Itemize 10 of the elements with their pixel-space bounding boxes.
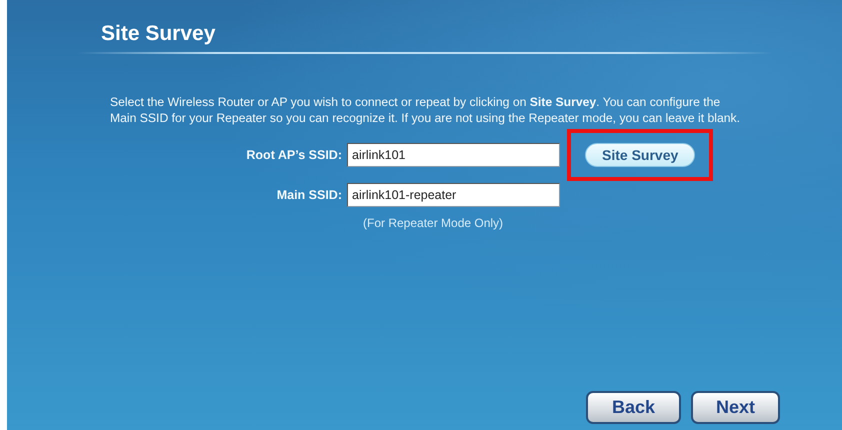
back-button[interactable]: Back [586, 391, 681, 424]
page-title: Site Survey [101, 22, 216, 47]
instructions-text: Select the Wireless Router or AP you wish to connect or repeat by clicking on Site Survey. You can configure the Main SSID for your Repeater so you can recognize it. If you are not using the Repeater mode, you can leave it blank. [110, 94, 742, 126]
field-label: Root AP’s SSID: [245, 148, 343, 162]
site-survey-button[interactable]: Site Survey [585, 143, 696, 167]
input-field[interactable]: airlink101 [347, 143, 560, 167]
note-text: (For Repeater Mode Only) [363, 216, 504, 230]
field-label: Main SSID: [276, 188, 343, 202]
input-field[interactable]: airlink101-repeater [347, 183, 560, 207]
next-button[interactable]: Next [691, 391, 780, 424]
